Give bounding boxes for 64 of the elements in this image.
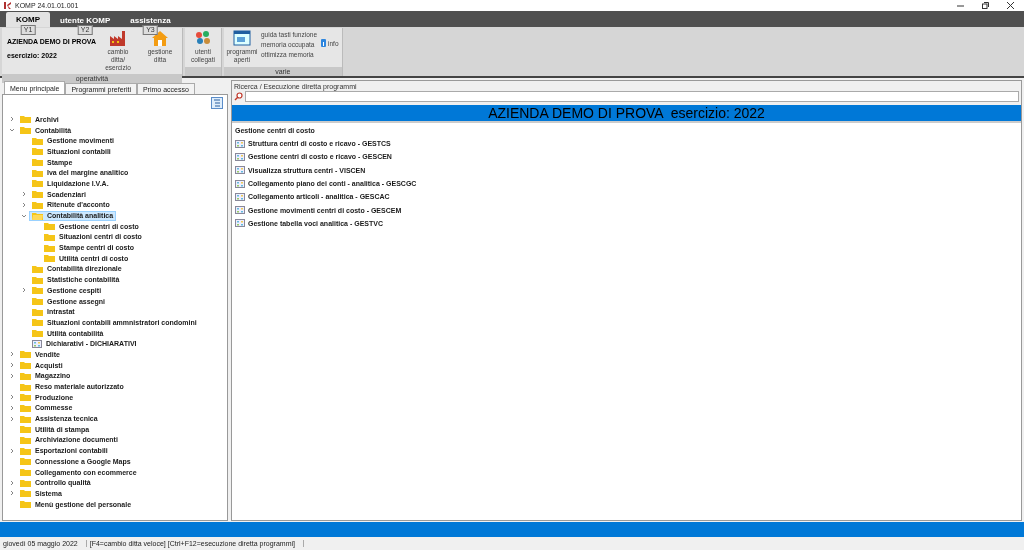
folder-icon xyxy=(32,264,43,273)
folder-icon xyxy=(32,190,43,199)
folder-icon xyxy=(32,286,43,295)
folder-icon xyxy=(20,350,31,359)
company-banner: AZIENDA DEMO DI PROVA esercizio: 2022 xyxy=(232,105,1021,123)
tree-view-icon[interactable] xyxy=(211,97,223,109)
folder-icon xyxy=(32,147,43,156)
ribbon-tab[interactable]: KOMP xyxy=(6,12,50,27)
folder-icon xyxy=(44,232,55,241)
program-icon xyxy=(235,166,245,175)
folder-icon xyxy=(32,136,43,145)
chevron-right-icon[interactable] xyxy=(21,287,27,294)
folder-icon xyxy=(32,297,43,306)
program-icon xyxy=(235,206,245,215)
folder-icon xyxy=(20,500,31,509)
folder-icon xyxy=(20,126,31,135)
folder-icon xyxy=(20,361,31,370)
program-icon xyxy=(32,339,42,348)
folder-icon xyxy=(32,168,43,177)
program-icon xyxy=(235,192,245,201)
folder-icon xyxy=(32,158,43,167)
folder-icon xyxy=(20,489,31,498)
folder-icon xyxy=(20,371,31,380)
program-icon xyxy=(235,179,245,188)
folder-icon xyxy=(32,329,43,338)
chevron-down-icon[interactable] xyxy=(9,127,15,134)
program-icon xyxy=(235,152,245,161)
folder-icon xyxy=(20,115,31,124)
folder-icon xyxy=(32,179,43,188)
group-caption xyxy=(185,67,221,76)
restore-icon[interactable] xyxy=(982,2,989,9)
folder-icon xyxy=(20,393,31,402)
ribbon-tab[interactable]: assistenza xyxy=(120,13,181,27)
folder-icon xyxy=(44,243,55,252)
folder-icon xyxy=(20,382,31,391)
folder-icon xyxy=(32,318,43,327)
ribbon-tab[interactable]: utente KOMP xyxy=(50,13,121,27)
folder-icon xyxy=(20,468,31,477)
folder-icon xyxy=(20,403,31,412)
folder-icon xyxy=(32,275,43,284)
folder-icon xyxy=(20,425,31,434)
folder-icon xyxy=(44,254,55,263)
chevron-right-icon[interactable] xyxy=(9,447,15,454)
search-icon xyxy=(234,92,243,101)
close-icon[interactable] xyxy=(1007,2,1014,9)
folder-icon xyxy=(20,446,31,455)
folder-icon xyxy=(20,478,31,487)
house-icon xyxy=(151,30,169,46)
minimize-icon[interactable] xyxy=(957,2,964,9)
folder-icon xyxy=(20,435,31,444)
chevron-down-icon[interactable] xyxy=(21,212,27,219)
program-icon xyxy=(235,219,245,228)
info-icon xyxy=(321,39,326,47)
factory-icon xyxy=(109,30,127,46)
search-field[interactable] xyxy=(245,91,1019,102)
folder-icon xyxy=(32,307,43,316)
folder-icon xyxy=(20,457,31,466)
folder-icon xyxy=(20,414,31,423)
users-icon xyxy=(194,30,212,46)
window-icon xyxy=(233,30,251,46)
open-folder-icon xyxy=(32,211,43,220)
app-logo-icon xyxy=(4,2,12,9)
chevron-right-icon[interactable] xyxy=(9,116,15,123)
program-icon xyxy=(235,139,245,148)
